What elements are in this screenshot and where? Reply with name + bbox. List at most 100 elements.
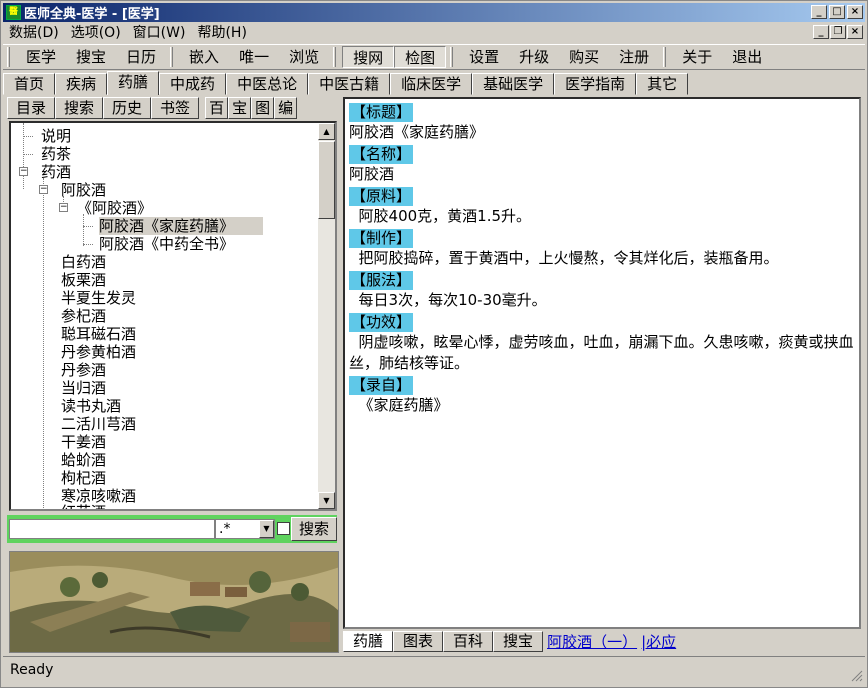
mdi-minimize-button[interactable]: _: [813, 25, 829, 39]
tab-bai[interactable]: 百: [205, 97, 229, 119]
section-preparation: 【制作】 把阿胶捣碎，置于黄酒中，上火慢熬，令其烊化后，装瓶备用。: [349, 227, 855, 269]
main-window: 醫 医师全典-医学 - [医学] _ □ × 数据(D) 选项(O) 窗口(W)…: [0, 0, 868, 688]
tool-exit-button[interactable]: 退出: [722, 46, 772, 68]
menu-help[interactable]: 帮助(H): [191, 23, 252, 43]
tree-item[interactable]: 阿胶酒《中药全书》: [99, 235, 234, 253]
section-text: 《家庭药膳》: [349, 396, 449, 414]
mdi-restore-button[interactable]: ❐: [830, 25, 846, 39]
tree-item[interactable]: 白药酒: [61, 253, 106, 271]
toolbar-grip[interactable]: [663, 47, 667, 67]
tool-settings-button[interactable]: 设置: [459, 46, 509, 68]
tab-tcm-general[interactable]: 中医总论: [226, 73, 309, 95]
section-heading: 【名称】: [349, 145, 414, 164]
tree-item[interactable]: 药酒: [41, 163, 71, 181]
tree-item[interactable]: 当归酒: [61, 379, 106, 397]
tab-bookmarks[interactable]: 书签: [151, 97, 200, 119]
tree-item[interactable]: 枸杞酒: [61, 469, 106, 487]
search-button[interactable]: 搜索: [291, 517, 337, 541]
tree-item[interactable]: 阿胶酒: [61, 181, 106, 199]
tool-soubao-button[interactable]: 搜宝: [66, 46, 116, 68]
tab-patent-medicine[interactable]: 中成药: [159, 73, 227, 95]
tool-upgrade-button[interactable]: 升级: [509, 46, 559, 68]
tool-calendar-button[interactable]: 日历: [116, 46, 166, 68]
resize-grip-icon[interactable]: [851, 670, 863, 682]
tool-unique-button[interactable]: 唯一: [229, 46, 279, 68]
status-text: Ready: [10, 662, 54, 678]
tree-item[interactable]: 蛤蚧酒: [61, 451, 106, 469]
search-input[interactable]: [9, 519, 215, 539]
tree-item[interactable]: 丹参黄柏酒: [61, 343, 136, 361]
section-heading: 【原料】: [349, 187, 414, 206]
menu-options[interactable]: 选项(O): [65, 23, 127, 43]
tool-buy-button[interactable]: 购买: [559, 46, 609, 68]
tool-search-web-button[interactable]: 搜网: [342, 46, 395, 68]
tab-medical-guide[interactable]: 医学指南: [554, 73, 637, 95]
tab-bottom-soubao[interactable]: 搜宝: [493, 630, 544, 652]
tab-disease[interactable]: 疾病: [55, 73, 108, 95]
tab-medicated-diet[interactable]: 药膳: [107, 71, 160, 95]
scroll-thumb[interactable]: [318, 141, 335, 219]
tab-history[interactable]: 历史: [103, 97, 152, 119]
menu-data[interactable]: 数据(D): [3, 23, 65, 43]
tab-bian[interactable]: 编: [274, 97, 298, 119]
tool-about-button[interactable]: 关于: [672, 46, 722, 68]
tab-search[interactable]: 搜索: [55, 97, 104, 119]
tool-browse-button[interactable]: 浏览: [279, 46, 329, 68]
tab-home[interactable]: 首页: [3, 73, 56, 95]
catalog-tree[interactable]: − − − 说明 药茶 药酒 阿胶酒 《阿胶酒》 阿胶酒《家庭药膳》 阿胶酒《中…: [9, 121, 337, 511]
tree-item[interactable]: 干姜酒: [61, 433, 106, 451]
tree-item[interactable]: 丹参酒: [61, 361, 106, 379]
tab-bottom-wiki[interactable]: 百科: [443, 630, 494, 652]
tool-embed-button[interactable]: 嵌入: [179, 46, 229, 68]
collapse-icon[interactable]: −: [19, 167, 28, 176]
tab-bottom-diet[interactable]: 药膳: [343, 630, 394, 652]
tab-bottom-charts[interactable]: 图表: [393, 630, 444, 652]
tool-search-image-button[interactable]: 检图: [394, 46, 447, 68]
collapse-icon[interactable]: −: [59, 203, 68, 212]
toolbar-grip[interactable]: [7, 47, 10, 67]
maximize-button[interactable]: □: [829, 5, 845, 19]
toolbar-grip[interactable]: [170, 47, 174, 67]
tab-catalog[interactable]: 目录: [7, 97, 56, 119]
tree-item[interactable]: 板栗酒: [61, 271, 106, 289]
close-button[interactable]: ×: [847, 5, 863, 19]
mdi-close-button[interactable]: ×: [847, 25, 863, 39]
toolbar-grip[interactable]: [450, 47, 454, 67]
tree-item[interactable]: 药茶: [41, 145, 71, 163]
tree-item-selected[interactable]: 阿胶酒《家庭药膳》: [99, 217, 263, 235]
toolbar-grip[interactable]: [333, 47, 337, 67]
tree-item[interactable]: 读书丸酒: [61, 397, 121, 415]
tree-item[interactable]: 二活川芎酒: [61, 415, 136, 433]
regex-select-value: .*: [219, 521, 231, 537]
chevron-down-icon[interactable]: ▼: [259, 520, 274, 538]
tree-item[interactable]: 《阿胶酒》: [77, 199, 152, 217]
scroll-down-icon[interactable]: ▼: [318, 492, 335, 509]
tab-basic-medicine[interactable]: 基础医学: [472, 73, 555, 95]
landscape-painting-image: [9, 551, 339, 653]
tree-item[interactable]: 红花酒: [61, 503, 106, 509]
tool-register-button[interactable]: 注册: [609, 46, 659, 68]
app-icon: 醫: [6, 5, 21, 20]
tab-tcm-classics[interactable]: 中医古籍: [308, 73, 391, 95]
search-checkbox[interactable]: [277, 522, 290, 535]
tree-item[interactable]: 参杞酒: [61, 307, 106, 325]
menu-window[interactable]: 窗口(W): [127, 23, 192, 43]
minimize-button[interactable]: _: [811, 5, 827, 19]
tree-scrollbar[interactable]: ▲ ▼: [318, 123, 335, 509]
main-tabs: 首页 疾病 药膳 中成药 中医总论 中医古籍 临床医学 基础医学 医学指南 其它: [3, 71, 865, 95]
tree-item[interactable]: 半夏生发灵: [61, 289, 136, 307]
tree-item[interactable]: 说明: [41, 127, 71, 145]
tree-item[interactable]: 聪耳磁石酒: [61, 325, 136, 343]
regex-select[interactable]: .* ▼: [215, 519, 275, 539]
scroll-up-icon[interactable]: ▲: [318, 123, 335, 140]
section-name: 【名称】 阿胶酒: [349, 143, 855, 185]
tab-tu[interactable]: 图: [251, 97, 275, 119]
section-text: 阴虚咳嗽，眩晕心悸，虚劳咳血，吐血，崩漏下血。久患咳嗽，痰黄或挟血丝，肺结核等证…: [349, 333, 854, 372]
related-link[interactable]: 阿胶酒（一）: [547, 631, 637, 652]
bing-link[interactable]: |必应: [641, 631, 676, 652]
tool-yixue-button[interactable]: 医学: [16, 46, 66, 68]
tab-other[interactable]: 其它: [636, 73, 689, 95]
collapse-icon[interactable]: −: [39, 185, 48, 194]
tab-bao[interactable]: 宝: [228, 97, 252, 119]
tab-clinical[interactable]: 临床医学: [390, 73, 473, 95]
